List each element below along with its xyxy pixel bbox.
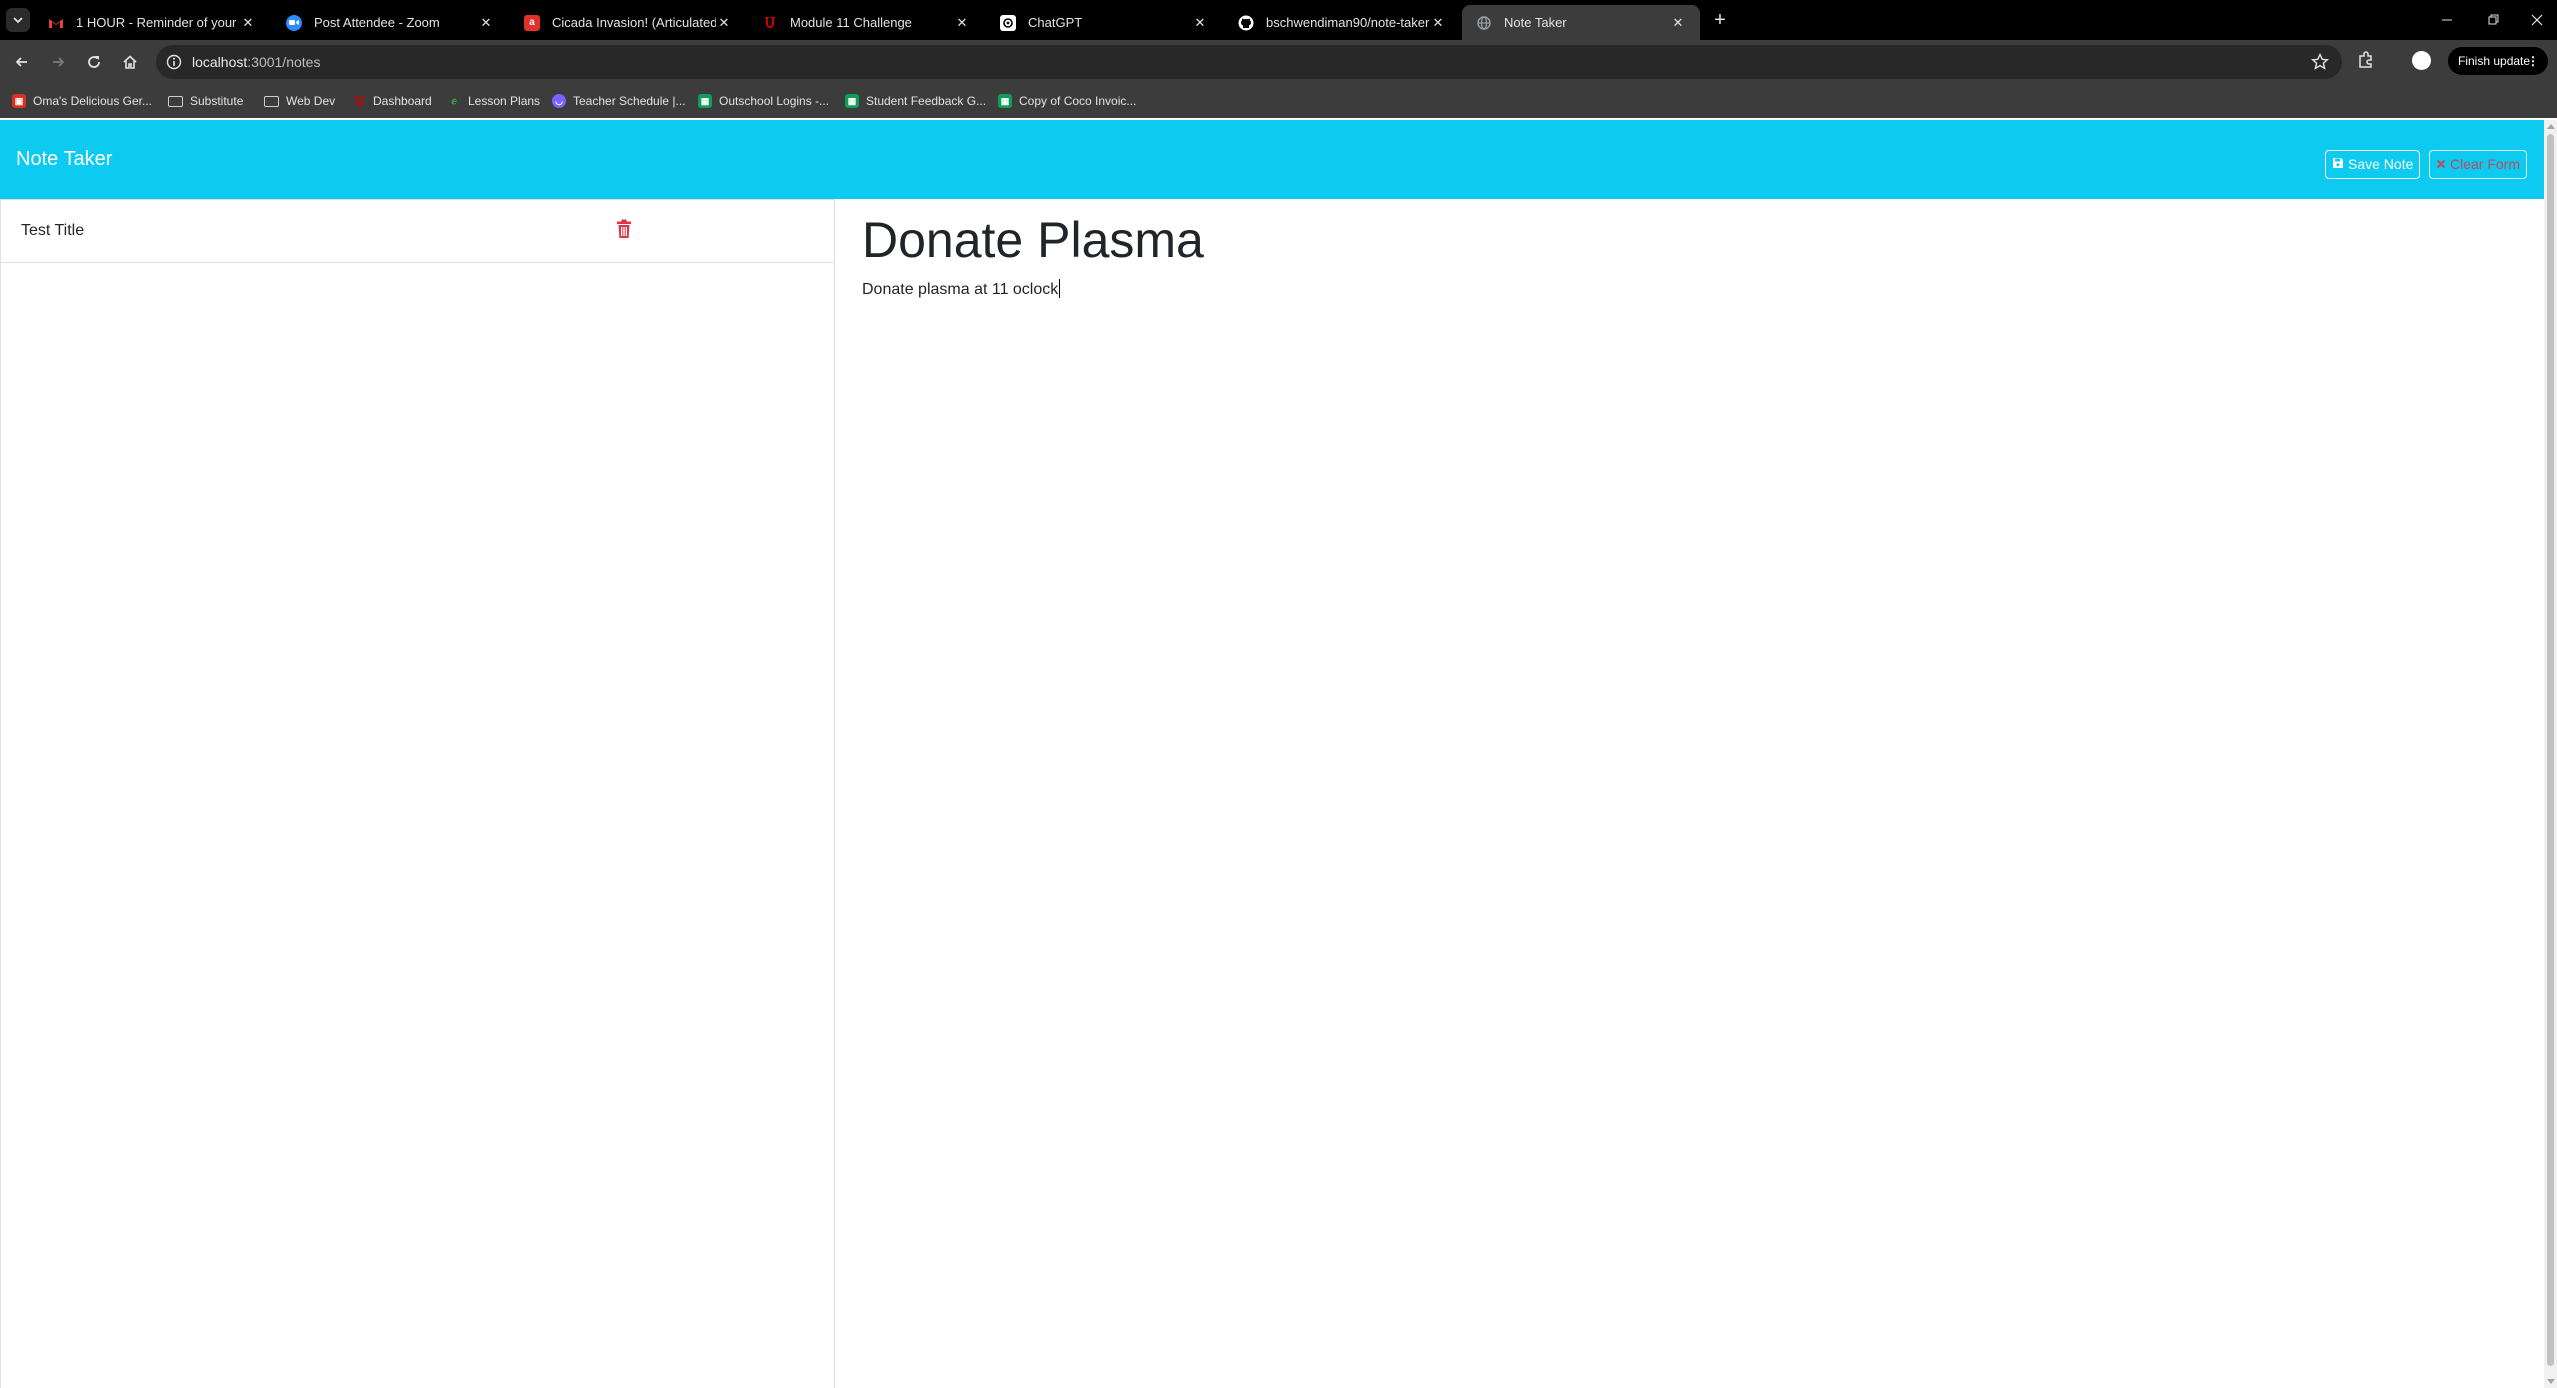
tab-label: Post Attendee - Zoom bbox=[314, 15, 440, 30]
home-icon[interactable] bbox=[118, 50, 142, 74]
bookmark-label: Outschool Logins -... bbox=[719, 94, 830, 108]
bookmark-item[interactable]: ◡ Teacher Schedule |... bbox=[552, 92, 686, 110]
scroll-up-icon[interactable] bbox=[2547, 124, 2555, 129]
bookmark-folder[interactable]: Web Dev bbox=[264, 92, 335, 110]
github-icon bbox=[1238, 15, 1254, 31]
bookmark-item[interactable]: ▦ Student Feedback G... bbox=[845, 92, 986, 110]
restore-icon[interactable] bbox=[2478, 8, 2508, 32]
bookmark-star-icon[interactable] bbox=[2310, 52, 2330, 72]
canvas-u-icon bbox=[352, 94, 366, 108]
tab-label: 1 HOUR - Reminder of your Tu bbox=[76, 15, 240, 30]
save-note-label: Save Note bbox=[2348, 156, 2414, 172]
gmail-icon bbox=[48, 15, 64, 31]
trash-icon[interactable] bbox=[616, 219, 632, 239]
outschool-icon: ◡ bbox=[552, 94, 566, 108]
note-title-input[interactable]: Donate Plasma bbox=[862, 211, 1204, 269]
close-icon[interactable]: ✕ bbox=[1192, 15, 1208, 31]
chatgpt-icon bbox=[1000, 14, 1016, 31]
bookmark-label: Oma's Delicious Ger... bbox=[33, 94, 152, 108]
page-scrollbar[interactable] bbox=[2544, 120, 2557, 1388]
text-caret bbox=[1059, 279, 1061, 298]
bookmark-folder[interactable]: Substitute bbox=[168, 92, 243, 110]
minimize-icon[interactable] bbox=[2432, 8, 2462, 32]
tab-note-taker[interactable]: Note Taker ✕ bbox=[1462, 5, 1700, 40]
save-floppy-icon bbox=[2332, 151, 2344, 178]
tab-label: bschwendiman90/note-taker-a bbox=[1266, 15, 1430, 30]
tab-label: Cicada Invasion! (Articulated) : bbox=[552, 15, 716, 30]
tab-label: Module 11 Challenge bbox=[790, 15, 912, 30]
bookmark-item[interactable]: ▣ Oma's Delicious Ger... bbox=[12, 92, 152, 110]
chevron-down-icon bbox=[13, 17, 23, 24]
scroll-down-icon[interactable] bbox=[2547, 1379, 2555, 1384]
x-mark-icon bbox=[2436, 151, 2446, 178]
sheets-icon: ▦ bbox=[845, 94, 859, 108]
bookmark-label: Student Feedback G... bbox=[866, 94, 987, 108]
bookmarks-bar: ▣ Oma's Delicious Ger... Substitute Web … bbox=[0, 84, 2557, 118]
tab-github[interactable]: bschwendiman90/note-taker-a ✕ bbox=[1224, 5, 1460, 40]
sheets-icon: ▦ bbox=[698, 94, 712, 108]
bookmark-item[interactable]: ▦ Outschool Logins -... bbox=[698, 92, 829, 110]
address-bar[interactable]: localhost:3001/notes bbox=[156, 45, 2342, 79]
globe-icon bbox=[1476, 15, 1492, 31]
new-tab-plus-icon[interactable]: + bbox=[1708, 8, 1732, 32]
bookmark-label: Teacher Schedule |... bbox=[573, 94, 686, 108]
lesson-icon: ⅇ bbox=[451, 95, 457, 106]
notes-list: Test Title bbox=[0, 199, 835, 1388]
clear-form-button[interactable]: Clear Form bbox=[2429, 150, 2528, 179]
bookmark-label: Copy of Coco Invoic... bbox=[1019, 94, 1137, 108]
profile-avatar[interactable] bbox=[2412, 51, 2431, 70]
scrollbar-thumb[interactable] bbox=[2547, 134, 2554, 1366]
tab-articulate[interactable]: a Cicada Invasion! (Articulated) : ✕ bbox=[510, 5, 746, 40]
close-icon[interactable]: ✕ bbox=[478, 15, 494, 31]
canvas-u-icon bbox=[762, 15, 778, 31]
tab-gmail[interactable]: 1 HOUR - Reminder of your Tu ✕ bbox=[34, 5, 270, 40]
folder-icon bbox=[264, 95, 279, 107]
bookmark-item[interactable]: ▦ Copy of Coco Invoic... bbox=[998, 92, 1136, 110]
close-icon[interactable]: ✕ bbox=[716, 15, 732, 31]
close-icon[interactable]: ✕ bbox=[1670, 15, 1686, 31]
close-icon[interactable]: ✕ bbox=[954, 15, 970, 31]
note-text-value: Donate plasma at 11 oclock bbox=[862, 281, 1059, 298]
bookmark-label: Lesson Plans bbox=[468, 94, 541, 108]
tab-label: ChatGPT bbox=[1028, 15, 1083, 30]
note-title[interactable]: Test Title bbox=[21, 222, 84, 240]
finish-update-label: Finish update bbox=[2458, 54, 2531, 68]
tab-label: Note Taker bbox=[1504, 15, 1567, 30]
tab-zoom[interactable]: Post Attendee - Zoom ✕ bbox=[272, 5, 508, 40]
note-text-area[interactable]: Donate plasma at 11 oclock bbox=[862, 279, 1061, 299]
app-navbar: Note Taker Save Note Clear Form bbox=[0, 120, 2544, 199]
forward-arrow-icon[interactable] bbox=[46, 50, 70, 74]
close-icon[interactable]: ✕ bbox=[1430, 15, 1446, 31]
tab-chatgpt[interactable]: ChatGPT ✕ bbox=[986, 5, 1222, 40]
list-item[interactable]: Test Title bbox=[1, 199, 835, 263]
window-close-icon[interactable] bbox=[2522, 8, 2552, 32]
clear-form-label: Clear Form bbox=[2450, 156, 2521, 172]
bookmark-label: Dashboard bbox=[373, 94, 432, 108]
site-info-icon[interactable] bbox=[166, 54, 182, 70]
tab-module-11[interactable]: Module 11 Challenge ✕ bbox=[748, 5, 984, 40]
save-note-button[interactable]: Save Note bbox=[2325, 150, 2421, 179]
finish-update-button[interactable]: Finish update ⋮ bbox=[2448, 47, 2548, 75]
bookmark-item[interactable]: Dashboard bbox=[352, 92, 432, 110]
tab-search-button[interactable] bbox=[6, 8, 30, 32]
tab-strip: 1 HOUR - Reminder of your Tu ✕ Post Atte… bbox=[0, 0, 2557, 40]
recipe-icon: ▣ bbox=[12, 94, 26, 108]
extensions-puzzle-icon[interactable] bbox=[2356, 50, 2376, 70]
more-vert-icon: ⋮ bbox=[2527, 54, 2539, 68]
note-editor: Donate Plasma Donate plasma at 11 oclock bbox=[862, 199, 2522, 1299]
zoom-icon bbox=[286, 14, 302, 31]
bookmark-label: Web Dev bbox=[286, 94, 336, 108]
app-title[interactable]: Note Taker bbox=[16, 148, 112, 171]
url-text[interactable]: localhost:3001/notes bbox=[192, 54, 320, 70]
page-content: Note Taker Save Note Clear Form Test Tit… bbox=[0, 120, 2557, 1388]
folder-icon bbox=[168, 95, 183, 107]
articulate-icon: a bbox=[524, 14, 540, 31]
bookmark-label: Substitute bbox=[190, 94, 244, 108]
browser-toolbar: localhost:3001/notes Finish update ⋮ bbox=[0, 40, 2557, 84]
back-arrow-icon[interactable] bbox=[10, 50, 34, 74]
sheets-icon: ▦ bbox=[998, 94, 1012, 108]
reload-icon[interactable] bbox=[82, 50, 106, 74]
close-icon[interactable]: ✕ bbox=[240, 15, 256, 31]
bookmark-item[interactable]: ⅇ Lesson Plans bbox=[447, 92, 540, 110]
